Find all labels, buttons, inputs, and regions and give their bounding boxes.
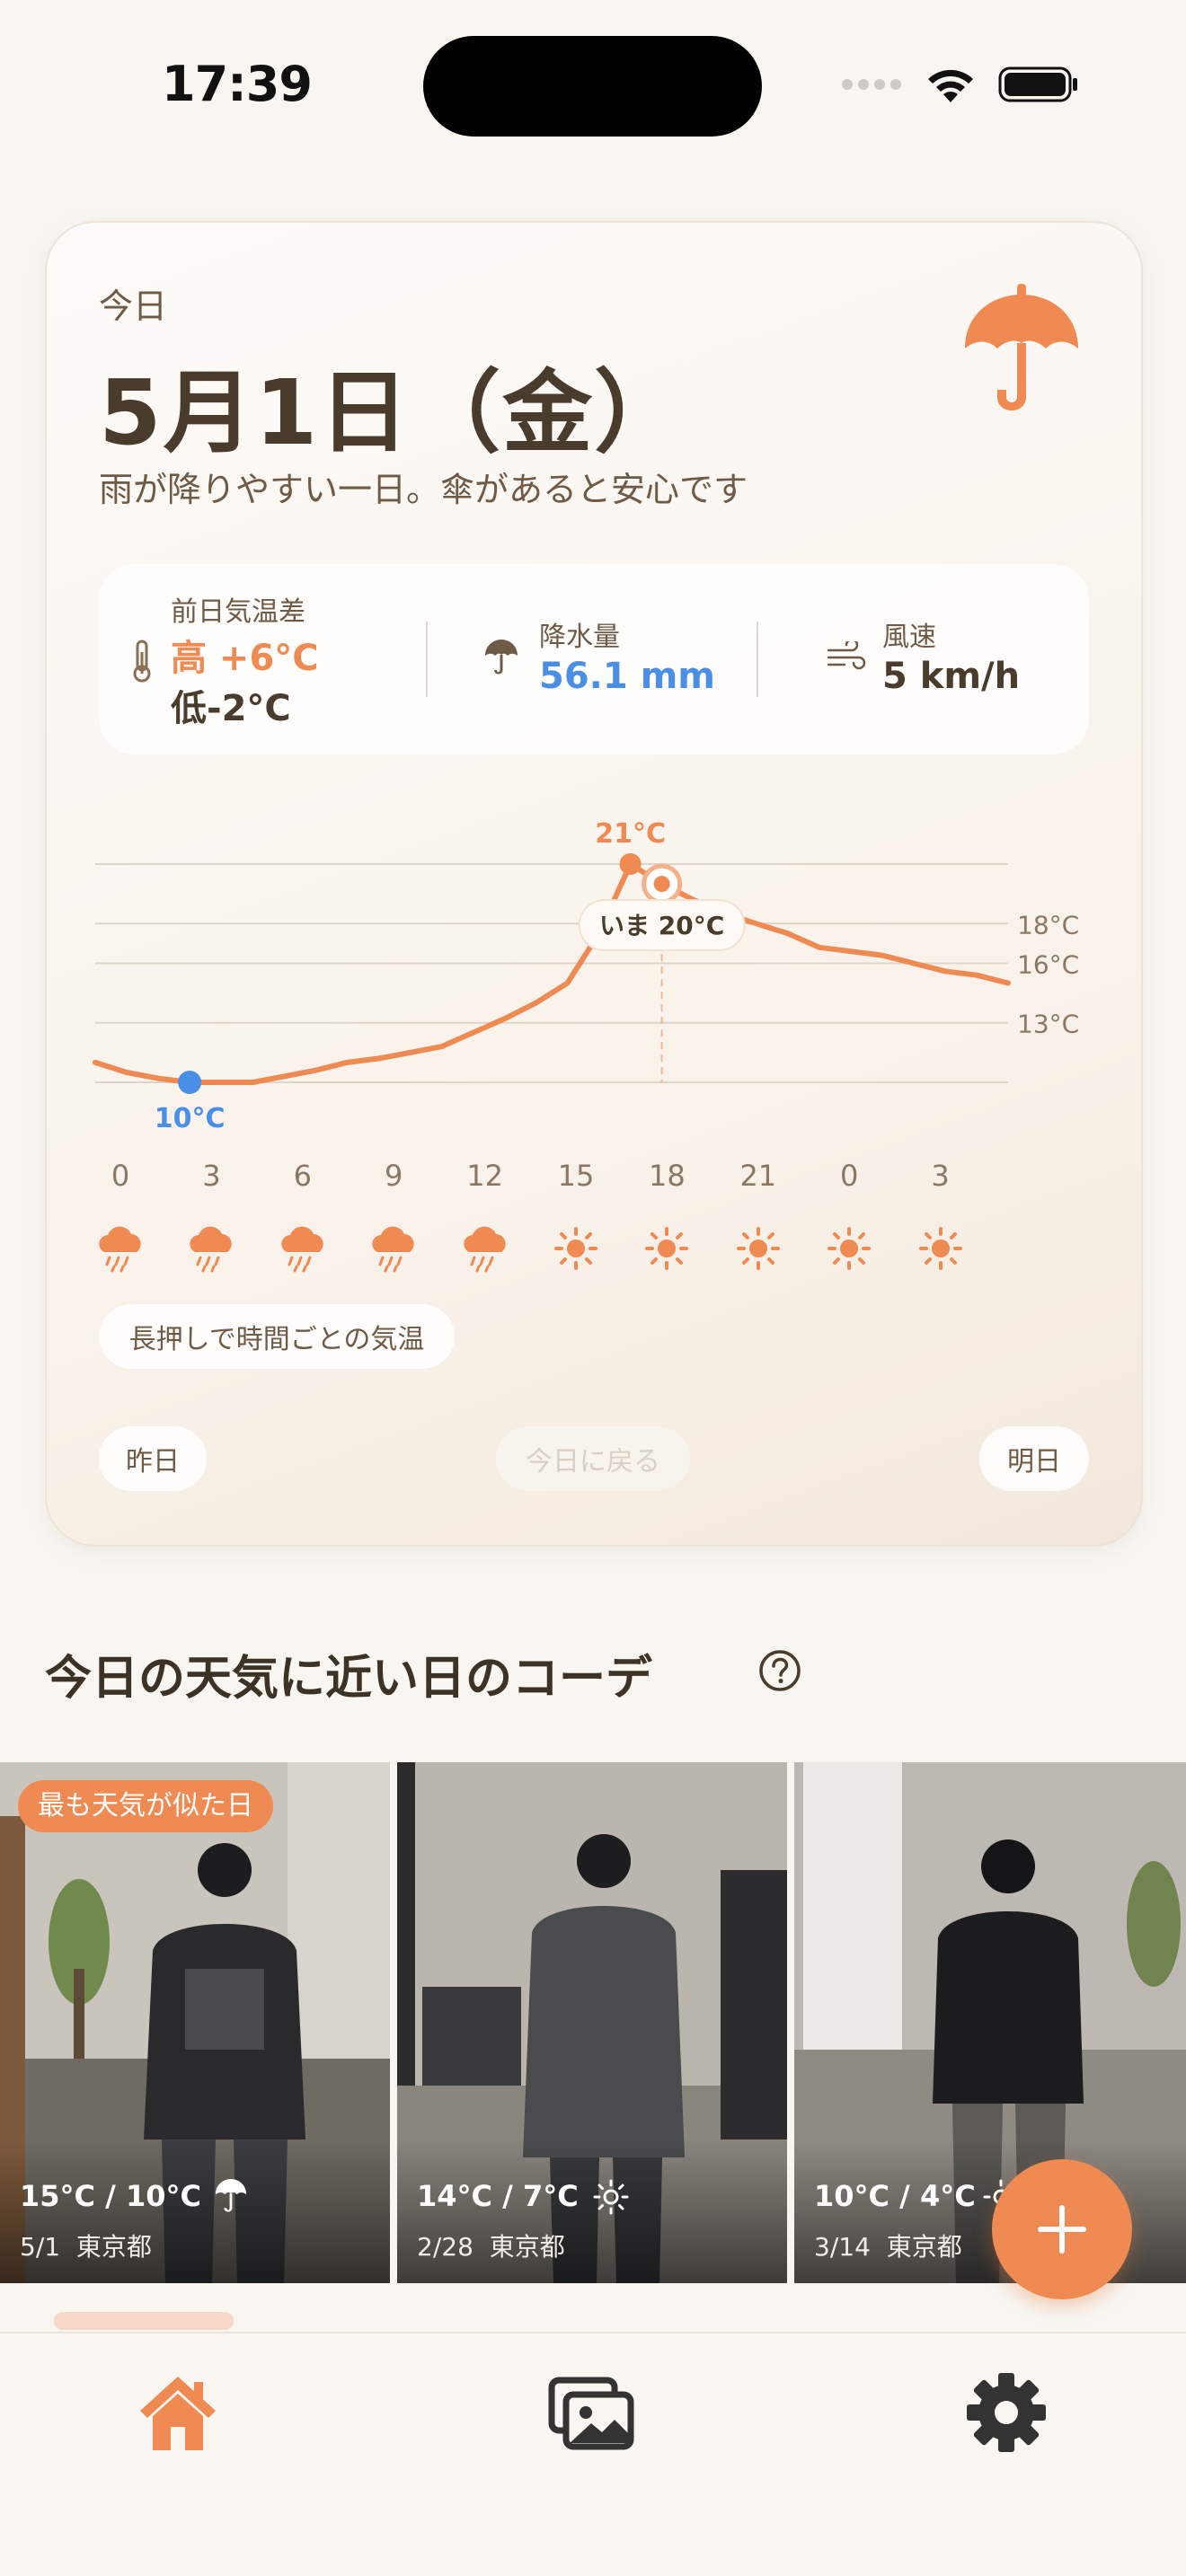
add-outfit-button[interactable] (992, 2159, 1132, 2299)
outfit-place: 東京都 (489, 2232, 565, 2262)
hour-tick: 6 (293, 1159, 312, 1193)
stats-divider (757, 622, 758, 697)
hint-label: 長押しで時間ごとの気温 (128, 1324, 425, 1355)
rain-cloud-icon (93, 1222, 147, 1275)
long-press-hint: 長押しで時間ごとの気温 (99, 1304, 455, 1369)
wind-icon (827, 641, 866, 670)
weather-description: 雨が降りやすい一日。傘があると安心です (99, 470, 748, 509)
thermometer-icon (133, 640, 151, 683)
plus-icon (1038, 2205, 1086, 2254)
stats-divider (426, 622, 428, 697)
min-point (178, 1071, 202, 1094)
sun-icon (640, 1222, 694, 1275)
gridline-label: 13°C (1017, 1010, 1079, 1039)
hour-tick: 3 (931, 1159, 950, 1193)
precip-value: 56.1 mm (539, 656, 715, 697)
outfit-date-place: 3/14 東京都 (814, 2228, 962, 2263)
rain-cloud-icon (276, 1222, 330, 1275)
sun-icon (822, 1222, 876, 1275)
sun-icon (731, 1222, 785, 1275)
wifi-icon (928, 69, 973, 102)
umbrella-small-icon (485, 640, 518, 675)
dynamic-island (423, 36, 762, 137)
umbrella-icon (965, 284, 1078, 410)
temp-diff-low: 低-2°C (171, 688, 291, 729)
outfit-place: 東京都 (886, 2232, 962, 2262)
outfit-date: 2/28 (417, 2232, 474, 2262)
max-label: 21°C (595, 818, 666, 850)
home-icon[interactable] (133, 2368, 223, 2457)
sun-icon (914, 1222, 968, 1275)
hour-tick: 0 (840, 1159, 859, 1193)
wind-value: 5 km/h (882, 656, 1021, 697)
rain-cloud-icon (367, 1222, 420, 1275)
help-icon[interactable] (758, 1649, 801, 1692)
prev-day-button[interactable]: 昨日 (99, 1426, 207, 1491)
hour-tick: 21 (739, 1159, 777, 1193)
precip-label: 降水量 (539, 622, 620, 653)
next-day-label: 明日 (1007, 1446, 1061, 1478)
status-time: 17:39 (162, 56, 313, 112)
outfit-place: 東京都 (75, 2232, 152, 2262)
outfit-temp: 10°C / 4°C (814, 2179, 976, 2213)
signal-icon (842, 79, 901, 90)
settings-gear-icon[interactable] (961, 2368, 1051, 2457)
hour-tick: 9 (385, 1159, 403, 1193)
temp-diff-label: 前日気温差 (171, 596, 305, 628)
hour-tick: 18 (649, 1159, 686, 1193)
now-point (653, 876, 670, 893)
outfit-date-place: 5/1 東京都 (20, 2228, 152, 2263)
today-label: 今日 (99, 287, 168, 326)
gallery-icon[interactable] (546, 2368, 636, 2457)
umbrella-icon (215, 2179, 247, 2212)
status-icons (840, 65, 1079, 104)
back-to-today-label: 今日に戻る (526, 1446, 660, 1478)
outfit-temp: 14°C / 7°C (417, 2179, 579, 2213)
hour-tick: 3 (202, 1159, 221, 1193)
rain-cloud-icon (458, 1222, 512, 1275)
next-day-button[interactable]: 明日 (979, 1426, 1089, 1491)
most-similar-badge: 最も天気が似た日 (18, 1780, 273, 1832)
max-point (619, 853, 642, 875)
now-label: いま 20°C (599, 911, 724, 940)
sun-icon (593, 2179, 629, 2215)
rain-cloud-icon (184, 1222, 238, 1275)
gridline-label: 16°C (1017, 949, 1079, 979)
temperature-chart[interactable]: 18°C 16°C 13°C 21°C 10°C いま 20°C (0, 790, 1186, 1132)
outfit-date: 5/1 (20, 2232, 61, 2262)
outfits-section-title: 今日の天気に近い日のコーデ (45, 1652, 653, 1706)
sun-icon (549, 1222, 603, 1275)
back-to-today-button[interactable]: 今日に戻る (496, 1426, 690, 1491)
prev-day-label: 昨日 (126, 1446, 180, 1478)
hour-tick: 0 (111, 1159, 130, 1193)
wind-label: 風速 (882, 622, 936, 653)
battery-icon (998, 66, 1077, 102)
hour-tick: 15 (557, 1159, 595, 1193)
gridline-label: 18°C (1017, 910, 1079, 940)
temp-diff-high: 高 +6°C (171, 638, 319, 679)
hour-tick: 12 (466, 1159, 503, 1193)
outfit-temp: 15°C / 10°C (20, 2179, 201, 2213)
date-title: 5月1日（金） (99, 360, 686, 465)
outfit-date: 3/14 (814, 2232, 871, 2262)
outfit-date-place: 2/28 東京都 (417, 2228, 565, 2263)
temperature-line (93, 861, 1011, 1085)
next-section-peek (54, 2312, 234, 2330)
min-label: 10°C (155, 1103, 226, 1132)
